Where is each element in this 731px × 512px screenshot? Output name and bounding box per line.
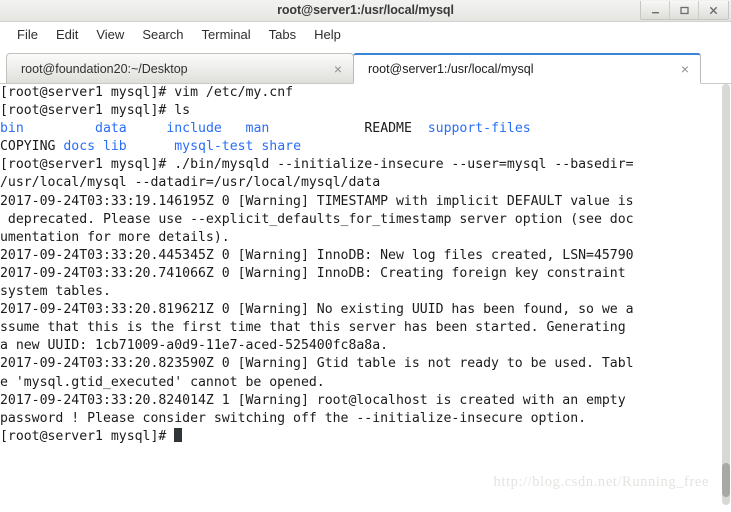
- directory-entry: man: [245, 121, 270, 137]
- window-controls: [640, 1, 729, 20]
- tab-close-icon[interactable]: ×: [332, 62, 344, 76]
- terminal-line: umentation for more details).: [0, 229, 719, 247]
- file-entry: COPYING: [0, 139, 56, 155]
- menu-item-terminal[interactable]: Terminal: [193, 24, 260, 45]
- directory-entry: include: [166, 121, 222, 137]
- directory-entry: lib: [102, 139, 127, 155]
- menubar: File Edit View Search Terminal Tabs Help: [0, 22, 731, 48]
- terminal-line: [root@server1 mysql]# ls: [0, 102, 719, 120]
- terminal-line: 2017-09-24T03:33:20.741066Z 0 [Warning] …: [0, 265, 719, 283]
- menu-item-tabs[interactable]: Tabs: [260, 24, 305, 45]
- shell-command: ./bin/mysqld --initialize-insecure --use…: [174, 157, 634, 173]
- terminal-output: system tables.: [0, 284, 111, 300]
- terminal-line: deprecated. Please use --explicit_defaul…: [0, 211, 719, 229]
- terminal-output: e 'mysql.gtid_executed' cannot be opened…: [0, 374, 325, 390]
- terminal-line: system tables.: [0, 283, 719, 301]
- window-titlebar: root@server1:/usr/local/mysql: [0, 0, 731, 22]
- watermark-text: http://blog.csdn.net/Running_free: [493, 474, 709, 490]
- tab-label: root@foundation20:~/Desktop: [21, 61, 188, 76]
- tab-label: root@server1:/usr/local/mysql: [368, 62, 534, 76]
- tab-close-icon[interactable]: ×: [679, 62, 691, 76]
- directory-entry: docs: [63, 139, 96, 155]
- maximize-icon: [679, 6, 689, 14]
- menu-item-search[interactable]: Search: [133, 24, 192, 45]
- terminal-line: /usr/local/mysql --datadir=/usr/local/my…: [0, 174, 719, 192]
- terminal-line: ssume that this is the first time that t…: [0, 319, 719, 337]
- tab-foundation20[interactable]: root@foundation20:~/Desktop ×: [6, 53, 354, 84]
- shell-command: ls: [174, 103, 191, 119]
- terminal-line: a new UUID: 1cb71009-a0d9-11e7-aced-5254…: [0, 337, 719, 355]
- shell-prompt: [root@server1 mysql]#: [0, 103, 175, 119]
- terminal-output: 2017-09-24T03:33:20.824014Z 1 [Warning] …: [0, 392, 626, 408]
- directory-entry: bin: [0, 121, 24, 137]
- terminal-line: bin data include man README support-file…: [0, 120, 719, 138]
- menu-item-edit[interactable]: Edit: [47, 24, 87, 45]
- shell-prompt: [root@server1 mysql]#: [0, 85, 175, 100]
- terminal-output: umentation for more details).: [0, 229, 230, 245]
- terminal-line: 2017-09-24T03:33:20.823590Z 0 [Warning] …: [0, 355, 719, 373]
- minimize-icon: [651, 11, 659, 13]
- terminal-window: root@server1:/usr/local/mysql File Edit: [0, 0, 731, 512]
- terminal-line: 2017-09-24T03:33:20.824014Z 1 [Warning] …: [0, 392, 719, 410]
- minimize-button[interactable]: [641, 1, 670, 19]
- terminal-line: 2017-09-24T03:33:20.445345Z 0 [Warning] …: [0, 247, 719, 265]
- menu-item-view[interactable]: View: [87, 24, 133, 45]
- terminal-line: e 'mysql.gtid_executed' cannot be opened…: [0, 374, 719, 392]
- file-entry: README: [364, 121, 412, 137]
- scrollbar-track[interactable]: [722, 84, 730, 505]
- directory-entry: support-files: [427, 121, 531, 137]
- terminal-line: COPYING docs lib mysql-test share: [0, 138, 719, 156]
- directory-entry: share: [261, 139, 301, 155]
- terminal-output: 2017-09-24T03:33:20.741066Z 0 [Warning] …: [0, 265, 626, 281]
- terminal-output: /usr/local/mysql --datadir=/usr/local/my…: [0, 175, 381, 191]
- shell-prompt: [root@server1 mysql]#: [0, 157, 175, 173]
- window-title: root@server1:/usr/local/mysql: [277, 2, 454, 17]
- scrollbar-thumb[interactable]: [722, 463, 730, 497]
- maximize-button[interactable]: [670, 1, 699, 19]
- menu-item-help[interactable]: Help: [305, 24, 350, 45]
- terminal-output: 2017-09-24T03:33:20.819621Z 0 [Warning] …: [0, 302, 634, 318]
- tabbar: root@foundation20:~/Desktop × root@serve…: [0, 48, 731, 84]
- tab-server1-mysql[interactable]: root@server1:/usr/local/mysql ×: [353, 53, 701, 84]
- terminal-line: 2017-09-24T03:33:19.146195Z 0 [Warning] …: [0, 193, 719, 211]
- directory-entry: data: [95, 121, 127, 137]
- terminal-line: [root@server1 mysql]# vim /etc/my.cnf: [0, 84, 719, 102]
- terminal-text: [root@server1 mysql]# vim /etc/my.cnf [ro…: [0, 84, 719, 446]
- terminal-output: 2017-09-24T03:33:19.146195Z 0 [Warning] …: [0, 193, 634, 209]
- terminal-line: password ! Please consider switching off…: [0, 410, 719, 428]
- terminal-output-area[interactable]: [root@server1 mysql]# vim /etc/my.cnf [ro…: [0, 84, 731, 505]
- terminal-output: ssume that this is the first time that t…: [0, 320, 626, 336]
- terminal-line: [root@server1 mysql]# ./bin/mysqld --ini…: [0, 156, 719, 174]
- directory-entry: mysql-test: [174, 139, 254, 155]
- menu-item-file[interactable]: File: [8, 24, 47, 45]
- close-button[interactable]: [699, 1, 728, 19]
- terminal-output: 2017-09-24T03:33:20.823590Z 0 [Warning] …: [0, 356, 634, 372]
- terminal-output: deprecated. Please use --explicit_defaul…: [0, 211, 634, 227]
- terminal-scrollbar[interactable]: [719, 84, 731, 505]
- shell-prompt: [root@server1 mysql]#: [0, 428, 175, 444]
- terminal-output: a new UUID: 1cb71009-a0d9-11e7-aced-5254…: [0, 338, 389, 354]
- terminal-output: 2017-09-24T03:33:20.445345Z 0 [Warning] …: [0, 247, 634, 263]
- close-icon: [709, 6, 718, 14]
- terminal-line: [root@server1 mysql]#: [0, 427, 719, 446]
- terminal-line: 2017-09-24T03:33:20.819621Z 0 [Warning] …: [0, 301, 719, 319]
- text-cursor: [174, 427, 183, 442]
- terminal-output: password ! Please consider switching off…: [0, 410, 587, 426]
- shell-command: vim /etc/my.cnf: [174, 85, 294, 100]
